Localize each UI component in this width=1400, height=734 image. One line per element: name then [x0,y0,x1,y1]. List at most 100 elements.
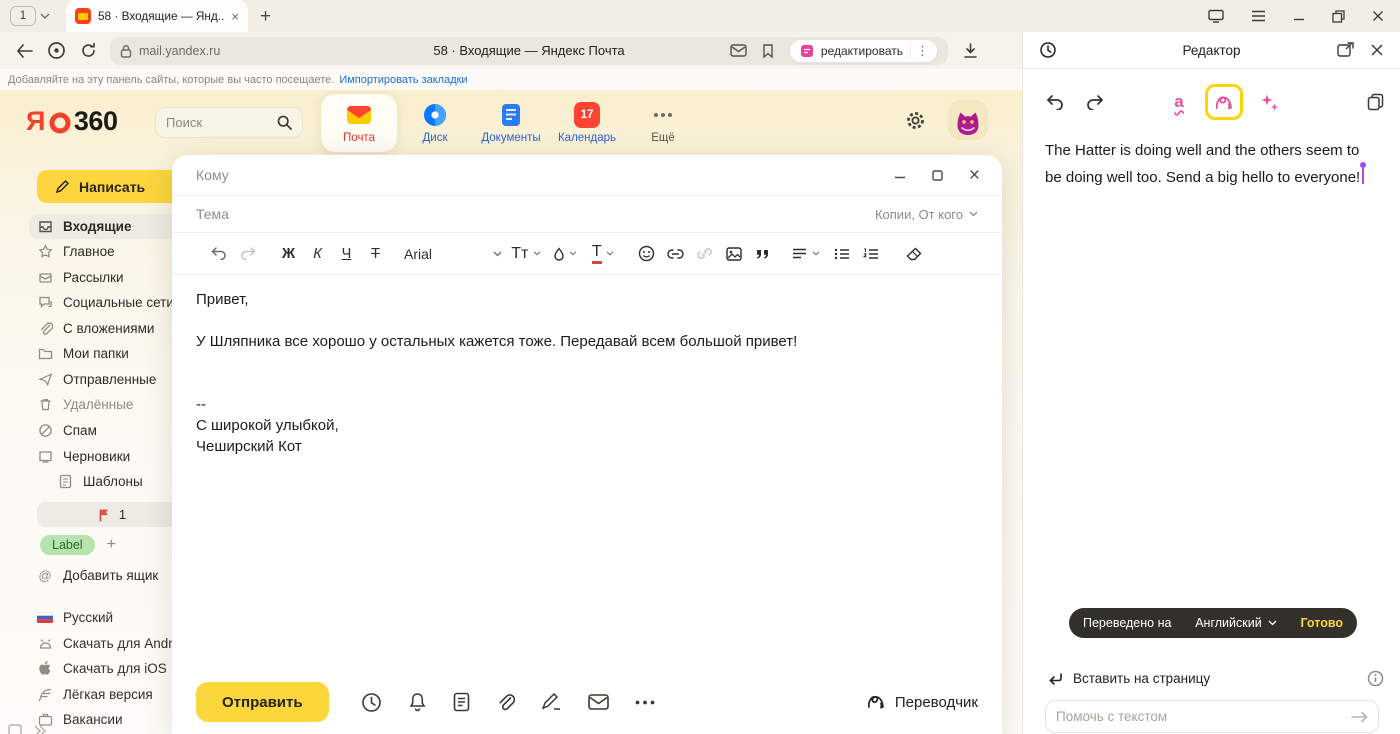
trash-icon [37,397,53,412]
translation-status-pill: Переведено на Английский Готово [1069,608,1357,638]
ai-prompt-box[interactable] [1045,700,1379,733]
service-calendar[interactable]: 17 Календарь [549,94,625,152]
notes-icon[interactable] [453,692,470,712]
message-body-editor[interactable]: Привет, У Шляпника все хорошо у остальны… [172,275,1002,457]
search-icon[interactable] [277,115,292,130]
more-options-icon[interactable] [635,700,655,705]
font-family-select[interactable]: Arial [400,246,506,262]
add-label-icon[interactable]: + [107,536,116,554]
translated-text-area[interactable]: The Hatter is doing well and the others … [1023,121,1400,191]
close-window-icon[interactable] [1372,10,1384,22]
browser-tab[interactable]: 58 · Входящие — Янд... × [66,0,248,32]
info-icon[interactable] [1367,670,1384,687]
collapsed-corner-icons[interactable] [8,724,46,734]
underline-button[interactable]: Ч [332,246,361,262]
bold-button[interactable]: Ж [274,246,303,262]
compose-button[interactable]: Написать [37,170,187,203]
link-icon[interactable] [661,249,690,259]
font-size-select[interactable]: Тт [506,245,546,263]
mail-notify-icon[interactable] [730,44,747,57]
link-label: Русский [63,610,113,625]
to-field[interactable]: Кому [196,167,229,183]
menu-icon[interactable] [1251,10,1266,22]
text-color-select[interactable]: Т [584,243,622,264]
insert-image-icon[interactable] [719,247,748,261]
submit-arrow-icon[interactable] [1351,711,1368,723]
service-disk[interactable]: Диск [397,94,473,152]
eraser-icon[interactable] [899,247,928,261]
avatar[interactable] [948,100,988,140]
minimize-icon[interactable] [1293,10,1305,22]
translator-button[interactable]: Переводчик [866,693,978,711]
compose-minimize-icon[interactable] [894,169,906,181]
subject-field[interactable]: Тема [196,206,229,222]
folder-label: Главное [63,244,115,259]
ai-prompt-input[interactable] [1056,709,1351,724]
cat-avatar-icon [948,100,988,140]
restore-icon[interactable] [1332,10,1345,23]
flagged-filter[interactable]: 1 [37,502,187,527]
yandex-services-icon[interactable] [40,41,72,60]
panel-close-icon[interactable] [1370,43,1384,57]
numbered-list-icon[interactable] [856,248,885,260]
bullet-list-icon[interactable] [827,248,856,260]
new-tab-button[interactable]: + [260,7,271,26]
tab-close-icon[interactable]: × [231,9,239,24]
quote-icon[interactable] [748,248,777,260]
service-mail[interactable]: Почта [321,94,397,152]
text-color-letter: Т [592,243,602,264]
signature-pen-icon[interactable] [541,693,562,711]
schedule-send-icon[interactable] [361,692,382,713]
bookmark-icon[interactable] [762,44,774,58]
highlight-color-select[interactable] [546,245,584,263]
edit-pill-menu-icon[interactable]: ⋮ [910,43,934,59]
rewrite-highlight-box[interactable] [1205,84,1243,120]
user-label-tag[interactable]: Label [40,535,95,555]
cc-from-toggle[interactable]: Копии, От кого [875,207,978,222]
folder-icon [37,346,53,361]
translator-label: Переводчик [895,694,978,711]
newsletters-icon [37,270,53,285]
edit-mode-pill[interactable]: редактировать ⋮ [789,39,938,63]
send-button[interactable]: Отправить [196,682,329,722]
folder-label: Мои папки [63,346,129,361]
language-select[interactable]: Английский [1195,616,1276,630]
redo-icon[interactable] [233,247,262,260]
unlink-icon[interactable] [690,246,719,261]
import-bookmarks-link[interactable]: Импортировать закладки [339,74,467,86]
folder-label: Социальные сети [63,295,174,310]
search-box[interactable] [155,107,303,138]
insert-to-page-row[interactable]: Вставить на страницу [1047,670,1384,687]
yandex-360-logo[interactable]: Я 360 [26,106,117,137]
reminder-bell-icon[interactable] [408,692,427,713]
undo-icon[interactable] [204,247,233,260]
attach-file-icon[interactable] [496,692,515,712]
strikethrough-button[interactable]: Т [361,246,390,262]
settings-gear-icon[interactable] [905,110,926,131]
copy-icon[interactable] [1367,93,1384,111]
back-icon[interactable] [8,44,40,58]
editor-undo-icon[interactable] [1039,95,1071,110]
emoji-icon[interactable] [632,245,661,262]
address-bar[interactable]: mail.yandex.ru 58 · Входящие — Яндекс По… [110,37,948,65]
open-in-window-icon[interactable] [1337,42,1354,58]
envelope-icon[interactable] [588,694,609,710]
align-select[interactable] [785,245,827,263]
compose-close-icon[interactable]: × [969,166,980,185]
editor-redo-icon[interactable] [1079,95,1111,110]
italic-button[interactable]: К [303,246,332,262]
ai-sparkles-icon[interactable] [1253,93,1285,112]
search-input[interactable] [166,115,277,130]
download-icon[interactable] [962,43,979,59]
tab-list-chevron-icon[interactable] [40,13,50,19]
service-label: Диск [423,132,448,144]
grammar-check-icon[interactable]: a [1163,92,1195,112]
drafts-icon [37,449,53,464]
compose-maximize-icon[interactable] [932,170,943,181]
tab-counter[interactable]: 1 [10,6,36,26]
devices-icon[interactable] [1208,9,1224,23]
service-docs[interactable]: Документы [473,94,549,152]
done-button[interactable]: Готово [1300,616,1343,630]
service-more[interactable]: Ещё [625,94,701,152]
refresh-icon[interactable] [72,42,104,59]
